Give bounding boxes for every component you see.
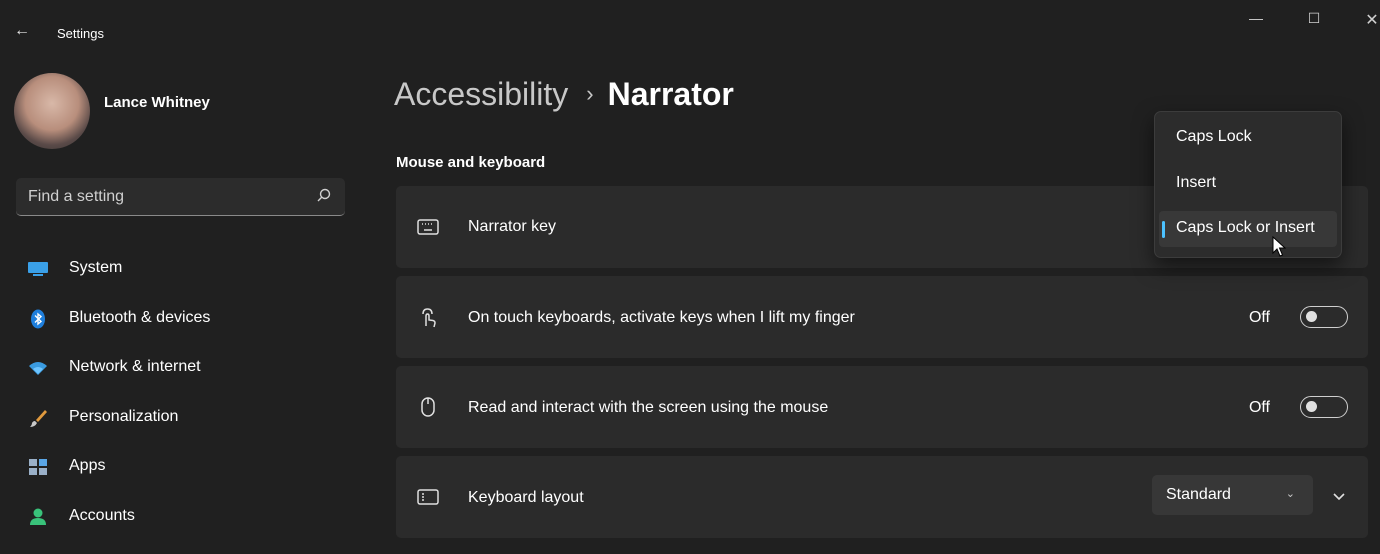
mouse-read-card: Read and interact with the screen using … [396, 366, 1368, 448]
keyboard-layout-card[interactable]: Keyboard layout Standard ⌄ [396, 456, 1368, 538]
search-icon[interactable] [317, 188, 331, 202]
keyboard-layout-value: Standard [1166, 486, 1231, 503]
breadcrumb: Accessibility › Narrator [394, 76, 734, 113]
keyboard-layout-label: Keyboard layout [468, 489, 584, 506]
keyboard-icon [417, 219, 439, 235]
option-caps-lock-or-insert[interactable]: Caps Lock or Insert [1159, 211, 1337, 247]
brush-icon [30, 409, 47, 427]
expand-chevron-icon[interactable] [1333, 493, 1345, 501]
narrator-key-label: Narrator key [468, 218, 557, 235]
bluetooth-icon [31, 309, 45, 328]
chevron-down-icon: ⌄ [1285, 488, 1295, 500]
sidebar-item-personalization[interactable]: Personalization [16, 394, 356, 444]
search-input[interactable]: Find a setting [16, 178, 345, 216]
page-title: Narrator [607, 76, 734, 112]
option-label: Caps Lock [1176, 128, 1252, 145]
sidebar-item-label: Personalization [69, 407, 179, 425]
touch-keys-toggle[interactable] [1300, 306, 1348, 328]
back-arrow-icon[interactable]: ← [14, 22, 30, 40]
accounts-icon [30, 508, 46, 525]
avatar[interactable] [14, 73, 90, 149]
title-bar: ← Settings — ☐ ✕ [0, 0, 1380, 64]
narrator-key-popup: Caps Lock Insert Caps Lock or Insert [1154, 111, 1342, 258]
touch-keys-label: On touch keyboards, activate keys when I… [468, 309, 855, 326]
sidebar-item-network[interactable]: Network & internet [16, 344, 356, 394]
mouse-cursor-icon [1272, 236, 1286, 257]
touch-icon [422, 308, 436, 328]
user-name: Lance Whitney [104, 94, 210, 111]
close-icon[interactable]: ✕ [1352, 10, 1380, 30]
selection-indicator [1162, 221, 1165, 238]
sidebar-item-apps[interactable]: Apps [16, 443, 356, 493]
sidebar-item-label: System [69, 259, 123, 276]
mouse-read-label: Read and interact with the screen using … [468, 399, 829, 416]
section-title: Mouse and keyboard [396, 154, 546, 171]
mouse-read-state: Off [1248, 399, 1270, 416]
mouse-read-toggle[interactable] [1300, 396, 1348, 418]
sidebar-item-label: Accounts [69, 506, 135, 524]
sidebar-item-label: Bluetooth & devices [69, 308, 211, 326]
sidebar-nav: System Bluetooth & devices Network & int… [16, 245, 356, 542]
apps-icon [29, 459, 47, 475]
breadcrumb-parent[interactable]: Accessibility [394, 76, 568, 112]
touch-keys-card: On touch keyboards, activate keys when I… [396, 276, 1368, 358]
sidebar-item-label: Network & internet [69, 358, 201, 375]
keyboard-layout-dropdown[interactable]: Standard ⌄ [1152, 475, 1313, 515]
toggle-knob [1306, 311, 1317, 322]
app-title: Settings [57, 26, 104, 41]
touch-keys-state: Off [1248, 309, 1270, 326]
keyboard-layout-icon [417, 489, 439, 505]
sidebar-item-label: Apps [69, 457, 106, 474]
option-insert[interactable]: Insert [1159, 166, 1337, 202]
mouse-icon [421, 397, 435, 417]
network-icon [29, 362, 47, 375]
maximize-icon[interactable]: ☐ [1294, 10, 1334, 27]
option-label: Caps Lock or Insert [1176, 219, 1315, 236]
system-icon [28, 262, 48, 276]
minimize-icon[interactable]: — [1236, 10, 1276, 26]
option-caps-lock[interactable]: Caps Lock [1159, 120, 1337, 156]
sidebar-item-system[interactable]: System [16, 245, 356, 295]
sidebar-item-bluetooth[interactable]: Bluetooth & devices [16, 295, 356, 345]
sidebar-item-accounts[interactable]: Accounts [16, 493, 356, 543]
search-placeholder: Find a setting [28, 188, 125, 205]
option-label: Insert [1176, 174, 1217, 191]
breadcrumb-separator: › [586, 81, 594, 106]
toggle-knob [1306, 401, 1317, 412]
